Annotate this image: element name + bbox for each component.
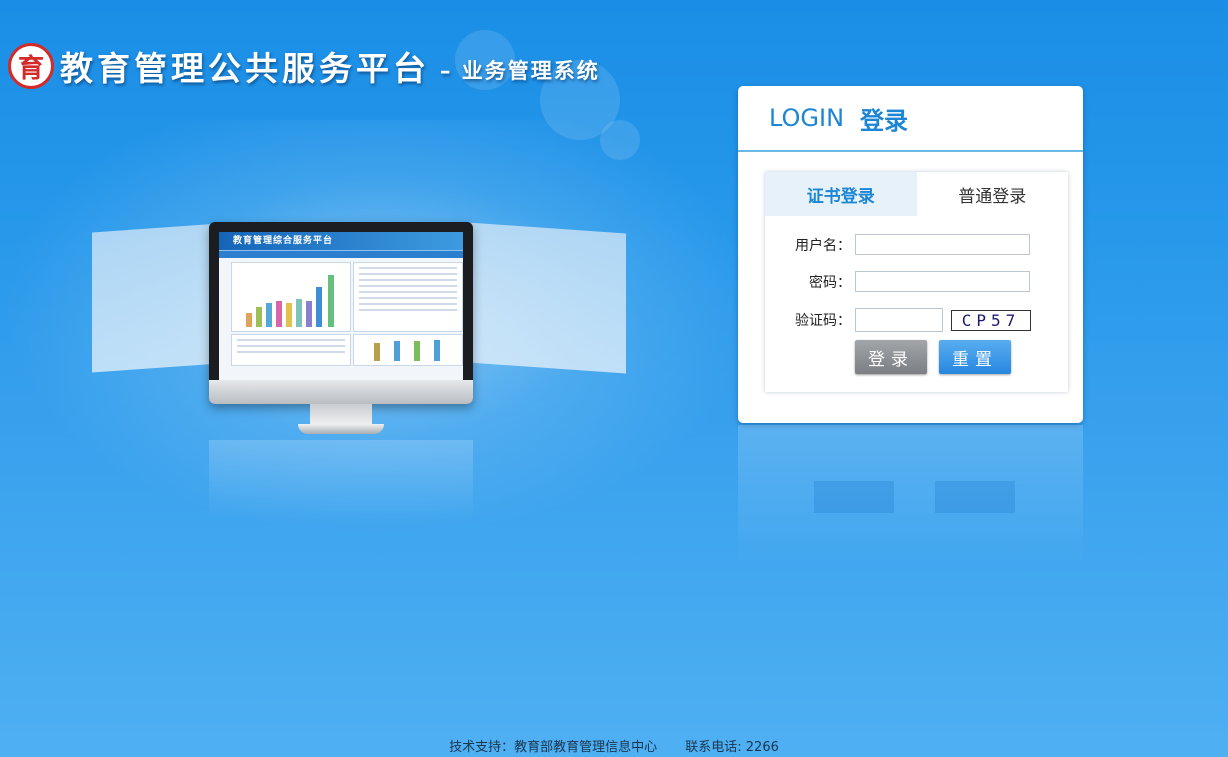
login-button[interactable]: 登录 (855, 340, 927, 374)
login-title-cn: 登录 (860, 106, 909, 135)
screen-title: 教育管理综合服务平台 (233, 236, 334, 246)
ministry-logo-icon: 育 (8, 43, 54, 89)
screen-bar (374, 343, 380, 361)
screen-bar (276, 301, 282, 327)
monitor-reflection (209, 440, 473, 520)
tech-support-text: 技术支持：教育部教育管理信息中心 (449, 740, 658, 755)
screen-header-bar: 教育管理综合服务平台 (219, 232, 463, 250)
table-screen-illustration (468, 222, 626, 374)
monitor-illustration: 教育管理综合服务平台 (209, 222, 473, 404)
login-button-reflection (814, 481, 894, 513)
system-subtitle: – 业务管理系统 (440, 59, 600, 83)
screen-nav-bar (219, 250, 463, 258)
screen-bar (414, 341, 420, 361)
screen-bar (316, 287, 322, 327)
tab-normal-login[interactable]: 普通登录 (917, 172, 1069, 216)
captcha-input[interactable] (855, 308, 943, 332)
reset-button-reflection (935, 481, 1015, 513)
username-row: 用户名： (765, 234, 1030, 255)
login-form: 证书登录 普通登录 用户名： 密码： 验证码： CP57 登录 重置 (765, 172, 1068, 392)
contact-phone-text: 联系电话: 2266 (685, 740, 779, 755)
password-label: 密码： (809, 274, 851, 291)
screen-table-panel (231, 334, 351, 366)
screen-bar (394, 341, 400, 361)
monitor-stand (310, 404, 372, 426)
tab-certificate-login[interactable]: 证书登录 (765, 172, 917, 216)
login-panel: LOGIN 登录 证书登录 普通登录 用户名： 密码： 验证码： CP57 登录 (738, 86, 1083, 423)
screen-bar (256, 307, 262, 327)
monitor-screen: 教育管理综合服务平台 (219, 232, 463, 380)
screen-bar (246, 313, 252, 327)
screen-list-panel (353, 262, 463, 332)
username-input[interactable] (855, 234, 1030, 255)
platform-title: 教育管理公共服务平台 (60, 49, 430, 88)
screen-bar (266, 303, 272, 327)
password-row: 密码： (765, 271, 1030, 292)
reset-button[interactable]: 重置 (939, 340, 1011, 374)
login-title-en: LOGIN (769, 104, 845, 132)
bokeh-light (600, 120, 640, 160)
brand-header: 育 教育管理公共服务平台 – 业务管理系统 (8, 42, 600, 90)
screen-bar (286, 303, 292, 327)
username-label: 用户名： (795, 237, 851, 254)
map-screen-illustration (92, 223, 220, 373)
screen-bar (434, 340, 440, 361)
screen-bar (328, 275, 334, 327)
captcha-label: 验证码： (795, 313, 851, 329)
password-input[interactable] (855, 271, 1030, 292)
login-header: LOGIN 登录 (738, 86, 1083, 152)
captcha-row: 验证码： CP57 (765, 308, 1031, 332)
screen-chart-panel (231, 262, 351, 332)
captcha-image[interactable]: CP57 (951, 309, 1031, 331)
monitor-base (298, 424, 384, 434)
monitor-chin (209, 380, 473, 404)
login-page: 育 教育管理公共服务平台 – 业务管理系统 教育管理综合服务平台 LOGIN 登… (0, 0, 1228, 757)
login-tabs: 证书登录 普通登录 (765, 172, 1068, 216)
footer: 技术支持：教育部教育管理信息中心 联系电话: 2266 (0, 736, 1228, 755)
screen-bar (296, 299, 302, 327)
screen-bar (306, 301, 312, 327)
screen-chart-panel-2 (353, 334, 463, 366)
login-panel-reflection (738, 425, 1083, 565)
